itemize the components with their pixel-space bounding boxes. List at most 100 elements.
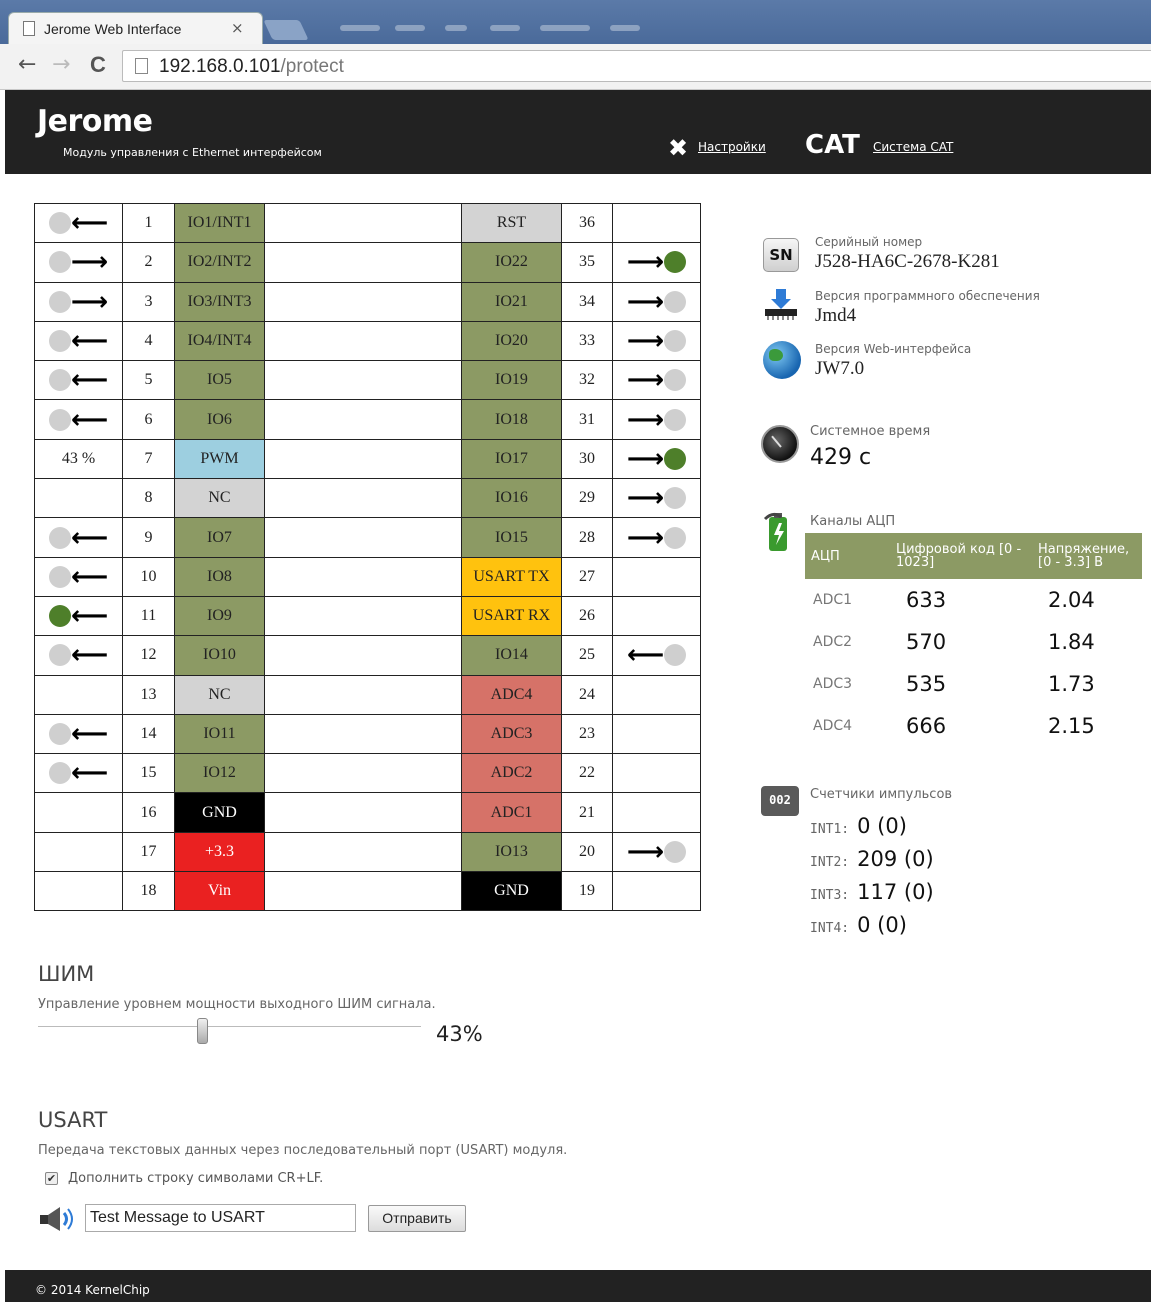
- pin-led-off-icon[interactable]: [48, 526, 71, 549]
- pin-led-off-icon[interactable]: [664, 408, 687, 431]
- adc-voltage: 1.73: [1048, 672, 1095, 696]
- pin-led-off-icon[interactable]: [48, 762, 71, 785]
- pin-state-cell[interactable]: ⟵: [612, 635, 701, 676]
- pin-state-cell[interactable]: ⟶: [612, 281, 701, 322]
- adc-header-name: АЦП: [805, 533, 890, 579]
- pin-led-off-icon[interactable]: [664, 644, 687, 667]
- pin-row: ⟵ 14 IO11 ADC3 23: [34, 713, 701, 755]
- tab-close-icon[interactable]: ×: [231, 19, 244, 37]
- pwm-slider-handle[interactable]: [196, 1018, 208, 1044]
- pin-number: 9: [122, 517, 175, 558]
- pin-led-off-icon[interactable]: [48, 723, 71, 745]
- pin-led-on-icon[interactable]: [48, 605, 71, 628]
- crlf-checkbox[interactable]: ✔: [45, 1172, 58, 1185]
- reload-icon[interactable]: C: [90, 54, 106, 76]
- counter-label: INT1:: [810, 822, 850, 837]
- pin-name: IO10: [174, 635, 265, 676]
- pin-led-off-icon[interactable]: [664, 330, 687, 353]
- pin-row: 8 NC IO16 29 ⟶: [34, 478, 701, 519]
- browser-toolbar: ← → C 192.168.0.101/protect: [0, 44, 1151, 90]
- pin-state-cell[interactable]: ⟶: [612, 831, 701, 873]
- pin-state-cell[interactable]: ⟶: [612, 478, 701, 519]
- pin-led-off-icon[interactable]: [664, 840, 687, 863]
- pwm-value: 43%: [436, 1022, 483, 1046]
- new-tab-button[interactable]: [263, 20, 309, 40]
- arrow-right-icon: ⟶: [626, 522, 665, 553]
- back-arrow-icon[interactable]: ←: [18, 54, 36, 76]
- adc-name: ADC4: [813, 718, 853, 734]
- usart-message-input[interactable]: [85, 1204, 356, 1232]
- pin-gap: [264, 871, 462, 912]
- pin-name: ADC4: [461, 674, 562, 715]
- pin-led-off-icon[interactable]: [48, 408, 71, 431]
- pin-number: 32: [561, 360, 613, 401]
- pin-state-cell: [612, 674, 701, 715]
- pin-state-cell[interactable]: ⟶: [612, 399, 701, 440]
- adc-row: ADC1 633 2.04: [805, 579, 1142, 621]
- pin-led-off-icon[interactable]: [48, 212, 71, 235]
- pin-state-cell[interactable]: ⟶: [34, 242, 123, 283]
- pin-name: IO18: [461, 399, 562, 440]
- pin-state-cell[interactable]: ⟶: [612, 360, 701, 401]
- pin-state-cell[interactable]: ⟵: [34, 635, 123, 676]
- pin-gap: [264, 753, 462, 794]
- pin-state-cell[interactable]: ⟵: [34, 320, 123, 362]
- pin-led-off-icon[interactable]: [664, 526, 687, 549]
- pin-led-off-icon[interactable]: [48, 290, 71, 313]
- pin-gap: [264, 792, 462, 833]
- arrow-left-icon: ⟵: [70, 601, 109, 632]
- pwm-slider-track[interactable]: [38, 1026, 421, 1027]
- pin-state-cell[interactable]: ⟵: [34, 713, 123, 755]
- web-version-value: JW7.0: [815, 358, 865, 379]
- pin-led-on-icon[interactable]: [664, 447, 687, 470]
- pin-state-cell[interactable]: ⟶: [612, 517, 701, 558]
- pin-led-off-icon[interactable]: [48, 369, 71, 392]
- pin-led-off-icon[interactable]: [48, 251, 71, 274]
- counter-row: INT4: 0 (0): [810, 913, 907, 937]
- firmware-download-icon: [765, 289, 797, 320]
- pin-state-cell[interactable]: ⟵: [34, 753, 123, 794]
- pin-number: 25: [561, 635, 613, 676]
- adc-row: ADC4 666 2.15: [805, 705, 1142, 747]
- pin-number: 31: [561, 399, 613, 440]
- pin-state-cell[interactable]: ⟶: [612, 320, 701, 362]
- pin-row: ⟵ 9 IO7 IO15 28 ⟶: [34, 517, 701, 558]
- send-button[interactable]: Отправить: [368, 1205, 466, 1232]
- pin-row: ⟶ 3 IO3/INT3 IO21 34 ⟶: [34, 281, 701, 322]
- pin-state-cell[interactable]: ⟵: [34, 517, 123, 558]
- pin-state-cell[interactable]: ⟶: [612, 438, 701, 480]
- pin-state-cell[interactable]: ⟵: [34, 202, 123, 244]
- pin-number: 30: [561, 438, 613, 480]
- adc-code: 570: [906, 630, 947, 654]
- pin-led-off-icon[interactable]: [48, 330, 71, 353]
- pin-led-off-icon[interactable]: [664, 290, 687, 313]
- address-bar[interactable]: 192.168.0.101/protect: [122, 50, 1151, 82]
- pin-led-on-icon[interactable]: [664, 251, 687, 274]
- pin-number: 12: [122, 635, 175, 676]
- pin-led-off-icon[interactable]: [664, 369, 687, 392]
- arrow-right-icon: ⟶: [626, 404, 665, 435]
- pin-gap: [264, 438, 462, 480]
- serial-label: Серийный номер: [815, 235, 923, 249]
- pin-led-off-icon[interactable]: [48, 644, 71, 667]
- pin-led-off-icon[interactable]: [664, 487, 687, 510]
- pin-state-cell[interactable]: ⟶: [34, 281, 123, 322]
- pin-state-cell[interactable]: ⟵: [34, 360, 123, 401]
- pin-state-cell[interactable]: ⟵: [34, 595, 123, 637]
- cat-system-link[interactable]: Система CAT: [873, 140, 953, 154]
- pin-number: 19: [561, 871, 613, 912]
- forward-arrow-icon[interactable]: →: [52, 54, 70, 76]
- pin-number: 15: [122, 753, 175, 794]
- pin-row: ⟵ 5 IO5 IO19 32 ⟶: [34, 360, 701, 401]
- settings-link[interactable]: Настройки: [698, 140, 766, 154]
- tools-icon: ✖: [668, 134, 689, 162]
- pin-led-off-icon[interactable]: [48, 565, 71, 588]
- browser-tab-bar: Jerome Web Interface ×: [0, 0, 1151, 44]
- browser-tab[interactable]: Jerome Web Interface ×: [8, 12, 263, 44]
- pin-number: 3: [122, 281, 175, 322]
- pin-state-cell[interactable]: ⟶: [612, 242, 701, 283]
- pin-state-cell[interactable]: ⟵: [34, 399, 123, 440]
- address-url[interactable]: 192.168.0.101/protect: [159, 56, 344, 78]
- blurred-menu-item: [395, 25, 425, 31]
- pin-state-cell[interactable]: ⟵: [34, 556, 123, 597]
